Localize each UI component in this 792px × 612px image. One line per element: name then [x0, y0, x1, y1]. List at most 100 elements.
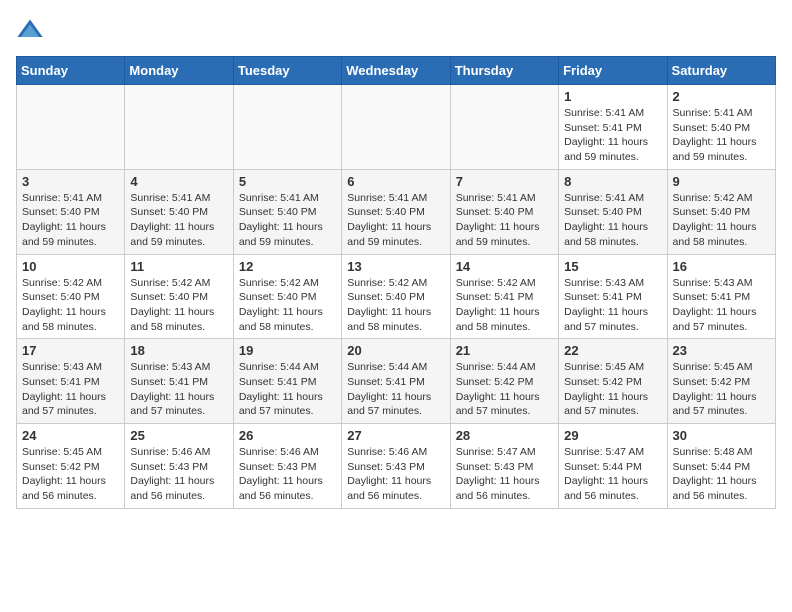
day-number: 14 — [456, 259, 553, 274]
calendar-cell: 30Sunrise: 5:48 AMSunset: 5:44 PMDayligh… — [667, 424, 775, 509]
calendar-cell: 23 Sunrise: 5:45 AMSunset: 5:42 PMDayligh… — [667, 339, 775, 424]
calendar-cell — [233, 85, 341, 170]
weekday-header: Thursday — [450, 57, 558, 85]
calendar-cell: 25 Sunrise: 5:46 AMSunset: 5:43 PMDayligh… — [125, 424, 233, 509]
day-info: Sunrise: 5:43 AMSunset: 5:41 PMDaylight:… — [130, 360, 227, 419]
calendar-cell: 29Sunrise: 5:47 AMSunset: 5:44 PMDayligh… — [559, 424, 667, 509]
day-number: 22 — [564, 343, 661, 358]
day-number: 6 — [347, 174, 444, 189]
calendar-cell: 15 Sunrise: 5:43 AMSunset: 5:41 PMDayligh… — [559, 254, 667, 339]
day-info: Sunrise: 5:42 AMSunset: 5:41 PMDaylight:… — [456, 276, 553, 335]
day-number: 24 — [22, 428, 119, 443]
day-info: Sunrise: 5:46 AMSunset: 5:43 PMDaylight:… — [239, 445, 336, 504]
day-number: 1 — [564, 89, 661, 104]
day-info: Sunrise: 5:42 AMSunset: 5:40 PMDaylight:… — [130, 276, 227, 335]
weekday-header: Monday — [125, 57, 233, 85]
calendar-cell: 13 Sunrise: 5:42 AMSunset: 5:40 PMDayligh… — [342, 254, 450, 339]
calendar-cell: 10 Sunrise: 5:42 AMSunset: 5:40 PMDayligh… — [17, 254, 125, 339]
day-info: Sunrise: 5:44 AMSunset: 5:41 PMDaylight:… — [347, 360, 444, 419]
calendar-week-row: 3Sunrise: 5:41 AMSunset: 5:40 PMDaylight… — [17, 169, 776, 254]
calendar-cell — [342, 85, 450, 170]
calendar-cell: 5 Sunrise: 5:41 AMSunset: 5:40 PMDaylight… — [233, 169, 341, 254]
calendar-week-row: 17 Sunrise: 5:43 AMSunset: 5:41 PMDayligh… — [17, 339, 776, 424]
day-info: Sunrise: 5:41 AMSunset: 5:40 PMDaylight:… — [239, 191, 336, 250]
weekday-header: Tuesday — [233, 57, 341, 85]
calendar-cell — [450, 85, 558, 170]
day-number: 13 — [347, 259, 444, 274]
calendar-cell: 28 Sunrise: 5:47 AMSunset: 5:43 PMDayligh… — [450, 424, 558, 509]
day-number: 25 — [130, 428, 227, 443]
day-info: Sunrise: 5:46 AMSunset: 5:43 PMDaylight:… — [347, 445, 444, 504]
day-info: Sunrise: 5:41 AMSunset: 5:40 PMDaylight:… — [347, 191, 444, 250]
day-number: 8 — [564, 174, 661, 189]
day-info: Sunrise: 5:43 AMSunset: 5:41 PMDaylight:… — [564, 276, 661, 335]
day-number: 26 — [239, 428, 336, 443]
day-number: 7 — [456, 174, 553, 189]
day-number: 19 — [239, 343, 336, 358]
calendar-cell: 4 Sunrise: 5:41 AMSunset: 5:40 PMDaylight… — [125, 169, 233, 254]
day-info: Sunrise: 5:41 AMSunset: 5:40 PMDaylight:… — [22, 191, 119, 250]
day-number: 23 — [673, 343, 770, 358]
day-info: Sunrise: 5:42 AMSunset: 5:40 PMDaylight:… — [239, 276, 336, 335]
day-info: Sunrise: 5:42 AMSunset: 5:40 PMDaylight:… — [22, 276, 119, 335]
day-number: 29 — [564, 428, 661, 443]
day-info: Sunrise: 5:41 AMSunset: 5:40 PMDaylight:… — [456, 191, 553, 250]
weekday-header: Saturday — [667, 57, 775, 85]
calendar-week-row: 1 Sunrise: 5:41 AMSunset: 5:41 PMDaylight… — [17, 85, 776, 170]
day-number: 28 — [456, 428, 553, 443]
calendar-cell: 12 Sunrise: 5:42 AMSunset: 5:40 PMDayligh… — [233, 254, 341, 339]
calendar-cell: 3Sunrise: 5:41 AMSunset: 5:40 PMDaylight… — [17, 169, 125, 254]
calendar-cell: 19 Sunrise: 5:44 AMSunset: 5:41 PMDayligh… — [233, 339, 341, 424]
calendar-cell — [125, 85, 233, 170]
calendar-body: 1 Sunrise: 5:41 AMSunset: 5:41 PMDaylight… — [17, 85, 776, 509]
calendar-header: SundayMondayTuesdayWednesdayThursdayFrid… — [17, 57, 776, 85]
day-info: Sunrise: 5:45 AMSunset: 5:42 PMDaylight:… — [22, 445, 119, 504]
day-info: Sunrise: 5:41 AMSunset: 5:40 PMDaylight:… — [673, 106, 770, 165]
day-number: 11 — [130, 259, 227, 274]
weekday-header: Friday — [559, 57, 667, 85]
day-info: Sunrise: 5:44 AMSunset: 5:41 PMDaylight:… — [239, 360, 336, 419]
logo — [16, 16, 48, 44]
day-number: 16 — [673, 259, 770, 274]
calendar-cell: 6 Sunrise: 5:41 AMSunset: 5:40 PMDaylight… — [342, 169, 450, 254]
day-info: Sunrise: 5:41 AMSunset: 5:41 PMDaylight:… — [564, 106, 661, 165]
calendar-cell: 7 Sunrise: 5:41 AMSunset: 5:40 PMDaylight… — [450, 169, 558, 254]
calendar-cell: 9Sunrise: 5:42 AMSunset: 5:40 PMDaylight… — [667, 169, 775, 254]
day-info: Sunrise: 5:47 AMSunset: 5:43 PMDaylight:… — [456, 445, 553, 504]
calendar-table: SundayMondayTuesdayWednesdayThursdayFrid… — [16, 56, 776, 509]
day-number: 15 — [564, 259, 661, 274]
calendar-cell: 22 Sunrise: 5:45 AMSunset: 5:42 PMDayligh… — [559, 339, 667, 424]
day-number: 21 — [456, 343, 553, 358]
calendar-cell — [17, 85, 125, 170]
day-number: 5 — [239, 174, 336, 189]
day-info: Sunrise: 5:46 AMSunset: 5:43 PMDaylight:… — [130, 445, 227, 504]
day-info: Sunrise: 5:43 AMSunset: 5:41 PMDaylight:… — [22, 360, 119, 419]
day-number: 17 — [22, 343, 119, 358]
day-number: 27 — [347, 428, 444, 443]
day-info: Sunrise: 5:45 AMSunset: 5:42 PMDaylight:… — [673, 360, 770, 419]
calendar-cell: 1 Sunrise: 5:41 AMSunset: 5:41 PMDaylight… — [559, 85, 667, 170]
day-number: 4 — [130, 174, 227, 189]
calendar-week-row: 10 Sunrise: 5:42 AMSunset: 5:40 PMDayligh… — [17, 254, 776, 339]
day-number: 10 — [22, 259, 119, 274]
calendar-cell: 21Sunrise: 5:44 AMSunset: 5:42 PMDayligh… — [450, 339, 558, 424]
day-info: Sunrise: 5:45 AMSunset: 5:42 PMDaylight:… — [564, 360, 661, 419]
day-info: Sunrise: 5:41 AMSunset: 5:40 PMDaylight:… — [564, 191, 661, 250]
calendar-week-row: 24 Sunrise: 5:45 AMSunset: 5:42 PMDayligh… — [17, 424, 776, 509]
day-info: Sunrise: 5:42 AMSunset: 5:40 PMDaylight:… — [347, 276, 444, 335]
calendar-cell: 20Sunrise: 5:44 AMSunset: 5:41 PMDayligh… — [342, 339, 450, 424]
calendar-cell: 26 Sunrise: 5:46 AMSunset: 5:43 PMDayligh… — [233, 424, 341, 509]
weekday-row: SundayMondayTuesdayWednesdayThursdayFrid… — [17, 57, 776, 85]
calendar-cell: 24 Sunrise: 5:45 AMSunset: 5:42 PMDayligh… — [17, 424, 125, 509]
calendar-cell: 8 Sunrise: 5:41 AMSunset: 5:40 PMDaylight… — [559, 169, 667, 254]
day-number: 2 — [673, 89, 770, 104]
day-number: 12 — [239, 259, 336, 274]
calendar-cell: 18 Sunrise: 5:43 AMSunset: 5:41 PMDayligh… — [125, 339, 233, 424]
weekday-header: Wednesday — [342, 57, 450, 85]
logo-icon — [16, 16, 44, 44]
day-number: 18 — [130, 343, 227, 358]
calendar-cell: 2 Sunrise: 5:41 AMSunset: 5:40 PMDaylight… — [667, 85, 775, 170]
day-info: Sunrise: 5:41 AMSunset: 5:40 PMDaylight:… — [130, 191, 227, 250]
calendar-cell: 11 Sunrise: 5:42 AMSunset: 5:40 PMDayligh… — [125, 254, 233, 339]
weekday-header: Sunday — [17, 57, 125, 85]
